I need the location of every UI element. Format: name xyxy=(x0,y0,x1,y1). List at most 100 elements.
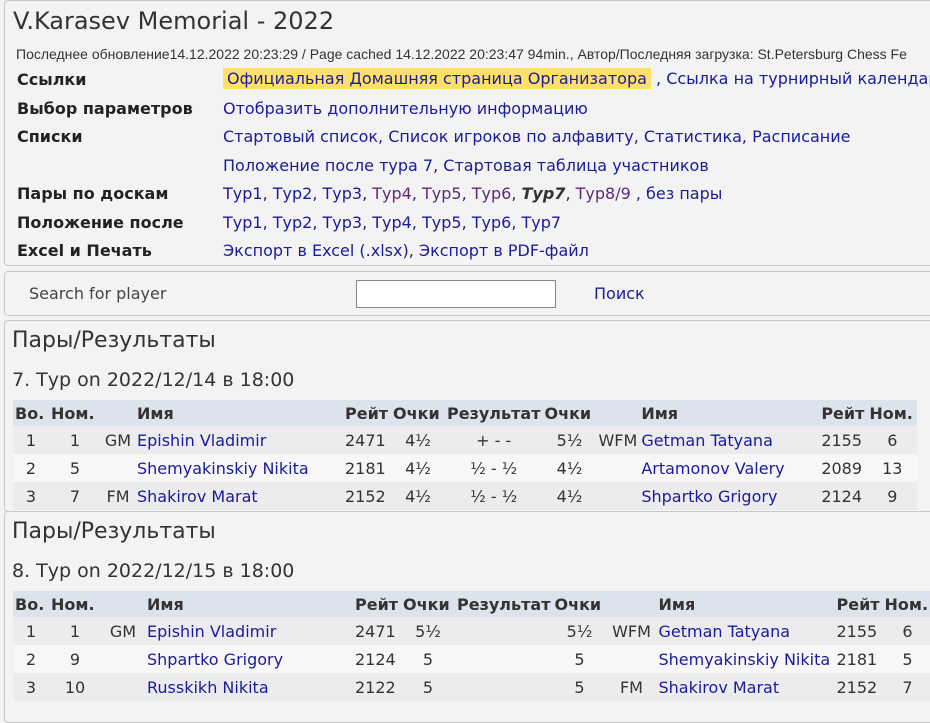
col-name: Имя xyxy=(656,591,835,617)
params-label: Выбор параметров xyxy=(17,99,193,118)
standings-after-round-link[interactable]: Положение после тура 7 xyxy=(223,156,433,175)
board-cell: 1 xyxy=(13,617,49,645)
no-pairing-link[interactable]: без пары xyxy=(646,184,722,203)
links-label: Ссылки xyxy=(17,70,87,89)
rating-cell: 2124 xyxy=(353,645,401,673)
pairing-round-4-link[interactable]: Тур4 xyxy=(372,184,412,203)
points-cell: 4½ xyxy=(391,454,445,482)
result-cell: ½ - ½ xyxy=(445,454,543,482)
col-title xyxy=(101,591,145,617)
rating-cell: 2089 xyxy=(819,454,868,482)
standing-round-4-link[interactable]: Тур4 xyxy=(372,213,412,232)
start-list-link[interactable]: Стартовый список xyxy=(223,127,378,146)
tournament-info-panel: V.Karasev Memorial - 2022 Последнее обно… xyxy=(4,0,930,266)
result-cell xyxy=(455,617,553,645)
last-updated-text: Последнее обновление14.12.2022 20:23:29 … xyxy=(16,46,907,62)
standing-round-7-link[interactable]: Тур7 xyxy=(522,213,562,232)
pairing-round-1-link[interactable]: Тур1 xyxy=(223,184,263,203)
col-rating: Рейт xyxy=(343,400,391,426)
export-excel-link[interactable]: Экспорт в Excel (.xlsx) xyxy=(223,241,409,260)
col-result: Результат xyxy=(455,591,553,617)
points-cell: 4½ xyxy=(542,482,597,510)
player-link[interactable]: Epishin Vladimir xyxy=(137,431,266,450)
rating-cell: 2155 xyxy=(819,426,868,454)
rating-cell: 2181 xyxy=(834,645,883,673)
board-cell: 3 xyxy=(13,673,49,701)
board-cell: 2 xyxy=(13,645,49,673)
title-cell xyxy=(596,482,640,510)
starting-table-link[interactable]: Стартовая таблица участников xyxy=(443,156,709,175)
title-cell: FM xyxy=(606,673,657,701)
pairings-heading: Пары/Результаты xyxy=(12,519,216,544)
points-cell: 4½ xyxy=(542,454,597,482)
result-cell xyxy=(455,645,553,673)
number-cell: 1 xyxy=(49,426,101,454)
rating-cell: 2152 xyxy=(343,482,391,510)
official-homepage-link[interactable]: Официальная Домашняя страница Организато… xyxy=(223,68,651,89)
standing-round-1-link[interactable]: Тур1 xyxy=(223,213,263,232)
col-title xyxy=(101,400,135,426)
player-link[interactable]: Shpartko Grigory xyxy=(147,650,283,669)
pairing-round-7-current: Тур7 xyxy=(521,184,566,203)
title-cell: GM xyxy=(101,617,145,645)
search-input[interactable] xyxy=(356,280,556,308)
col-number: Ном. xyxy=(867,400,918,426)
pairing-round-3-link[interactable]: Тур3 xyxy=(323,184,363,203)
pairings-rounds: Тур1, Тур2, Тур3, Тур4, Тур5, Тур6, Тур7… xyxy=(223,184,723,203)
pairings-table: Во. Ном. Имя Рейт Очки Результат Очки Им… xyxy=(13,400,918,510)
player-link[interactable]: Artamonov Valery xyxy=(641,459,784,478)
col-rating: Рейт xyxy=(834,591,883,617)
player-link[interactable]: Shakirov Marat xyxy=(137,487,258,506)
pairings-table: Во. Ном. Имя Рейт Очки Результат Очки Им… xyxy=(13,591,930,701)
title-cell: WFM xyxy=(606,617,657,645)
col-name: Имя xyxy=(135,400,343,426)
title-cell xyxy=(101,673,145,701)
col-rating: Рейт xyxy=(353,591,401,617)
points-cell: 5½ xyxy=(401,617,455,645)
round-subheading: 7. Тур on 2022/12/14 в 18:00 xyxy=(12,369,295,391)
pairing-round-5-link[interactable]: Тур5 xyxy=(422,184,462,203)
number-cell: 5 xyxy=(882,645,930,673)
search-label: Search for player xyxy=(29,284,167,303)
show-more-info-link[interactable]: Отобразить дополнительную информацию xyxy=(223,99,588,118)
rating-cell: 2471 xyxy=(353,617,401,645)
title-cell xyxy=(101,645,145,673)
player-link[interactable]: Getman Tatyana xyxy=(641,431,773,450)
search-button[interactable]: Поиск xyxy=(594,284,645,303)
player-link[interactable]: Shakirov Marat xyxy=(658,678,779,697)
pairing-round-8-9-link[interactable]: Тур8/9 xyxy=(576,184,631,203)
col-points: Очки xyxy=(552,591,607,617)
standing-round-6-link[interactable]: Тур6 xyxy=(472,213,512,232)
title-cell xyxy=(596,454,640,482)
col-board: Во. xyxy=(13,591,49,617)
schedule-link[interactable]: Расписание xyxy=(752,127,850,146)
number-cell: 6 xyxy=(867,426,918,454)
number-cell: 7 xyxy=(882,673,930,701)
export-pdf-link[interactable]: Экспорт в PDF-файл xyxy=(419,241,589,260)
standing-round-2-link[interactable]: Тур2 xyxy=(273,213,313,232)
standings-label: Положение после xyxy=(17,213,184,232)
player-link[interactable]: Shemyakinskiy Nikita xyxy=(658,650,830,669)
standing-round-3-link[interactable]: Тур3 xyxy=(323,213,363,232)
pairing-round-6-link[interactable]: Тур6 xyxy=(472,184,512,203)
board-cell: 1 xyxy=(13,426,49,454)
player-link[interactable]: Shemyakinskiy Nikita xyxy=(137,459,309,478)
player-link[interactable]: Getman Tatyana xyxy=(658,622,790,641)
player-link[interactable]: Epishin Vladimir xyxy=(147,622,276,641)
alphabetical-list-link[interactable]: Список игроков по алфавиту xyxy=(388,127,634,146)
result-cell: ½ - ½ xyxy=(445,482,543,510)
tournament-calendar-link[interactable]: Ссылка на турнирный календар xyxy=(666,69,930,88)
col-points: Очки xyxy=(391,400,445,426)
number-cell: 1 xyxy=(49,617,101,645)
player-search-bar: Search for player Поиск xyxy=(4,271,930,316)
result-cell: + - - xyxy=(445,426,543,454)
statistics-link[interactable]: Статистика xyxy=(644,127,742,146)
points-cell: 5 xyxy=(401,673,455,701)
pairings-heading: Пары/Результаты xyxy=(12,328,216,353)
round-8-panel: Пары/Результаты 8. Тур on 2022/12/15 в 1… xyxy=(4,511,930,723)
number-cell: 10 xyxy=(49,673,101,701)
player-link[interactable]: Russkikh Nikita xyxy=(147,678,269,697)
standing-round-5-link[interactable]: Тур5 xyxy=(422,213,462,232)
pairing-round-2-link[interactable]: Тур2 xyxy=(273,184,313,203)
player-link[interactable]: Shpartko Grigory xyxy=(641,487,777,506)
